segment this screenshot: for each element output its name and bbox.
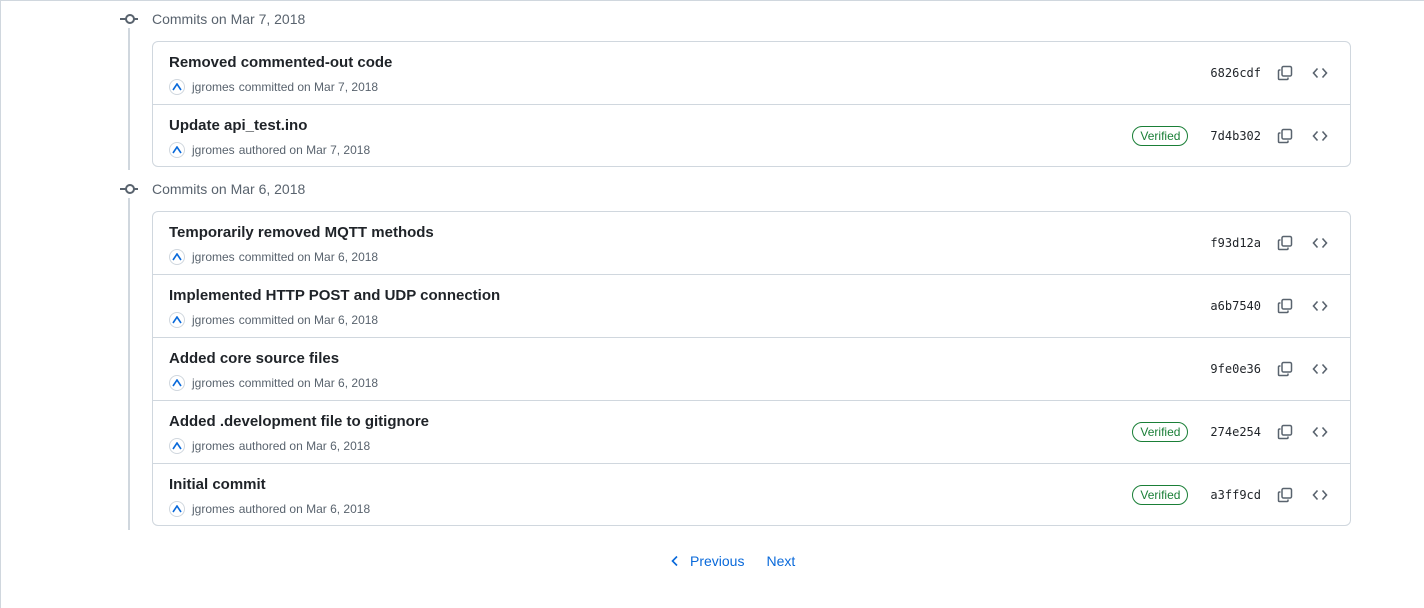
commit-list: Temporarily removed MQTT methods jgromes… xyxy=(152,211,1351,526)
commit-sha-link[interactable]: 274e254 xyxy=(1210,425,1261,439)
commit-action: committed on Mar 6, 2018 xyxy=(238,376,379,390)
author-link[interactable]: jgromes xyxy=(192,313,235,327)
avatar-icon[interactable] xyxy=(169,249,185,265)
code-icon[interactable] xyxy=(1310,359,1330,379)
git-commit-icon xyxy=(120,180,138,198)
commit-action: committed on Mar 6, 2018 xyxy=(238,313,379,327)
commit-group-header: Commits on Mar 7, 2018 xyxy=(120,8,305,30)
avatar-icon[interactable] xyxy=(169,375,185,391)
verified-badge[interactable]: Verified xyxy=(1132,485,1189,505)
commit-row: Initial commit jgromes authored on Mar 6… xyxy=(153,463,1350,526)
commit-row: Added .development file to gitignore jgr… xyxy=(153,400,1350,463)
avatar-icon[interactable] xyxy=(169,142,185,158)
copy-icon[interactable] xyxy=(1275,359,1295,379)
commit-actions: 6826cdf xyxy=(1210,42,1330,104)
code-icon[interactable] xyxy=(1310,233,1330,253)
author-link[interactable]: jgromes xyxy=(192,250,235,264)
commit-meta: jgromes committed on Mar 6, 2018 xyxy=(169,249,378,265)
commit-meta: jgromes authored on Mar 6, 2018 xyxy=(169,438,370,454)
timeline-line-2 xyxy=(128,190,130,530)
commit-meta: jgromes authored on Mar 7, 2018 xyxy=(169,142,370,158)
timeline-line-1 xyxy=(128,20,130,170)
verified-badge[interactable]: Verified xyxy=(1132,126,1189,146)
author-link[interactable]: jgromes xyxy=(192,502,235,516)
commit-group-header: Commits on Mar 6, 2018 xyxy=(120,178,305,200)
commit-row: Temporarily removed MQTT methods jgromes… xyxy=(153,212,1350,274)
commit-row: Update api_test.ino jgromes authored on … xyxy=(153,104,1350,167)
copy-icon[interactable] xyxy=(1275,233,1295,253)
commit-sha-link[interactable]: f93d12a xyxy=(1210,236,1261,250)
code-icon[interactable] xyxy=(1310,296,1330,316)
commit-row: Added core source files jgromes committe… xyxy=(153,337,1350,400)
commit-action: committed on Mar 7, 2018 xyxy=(238,80,379,94)
commit-actions: Verified 274e254 xyxy=(1132,401,1330,463)
commit-action: committed on Mar 6, 2018 xyxy=(238,250,379,264)
commit-row: Removed commented-out code jgromes commi… xyxy=(153,42,1350,104)
copy-icon[interactable] xyxy=(1275,422,1295,442)
copy-icon[interactable] xyxy=(1275,126,1295,146)
commit-meta: jgromes committed on Mar 7, 2018 xyxy=(169,79,378,95)
avatar-icon[interactable] xyxy=(169,79,185,95)
commit-action: authored on Mar 6, 2018 xyxy=(238,502,371,516)
commit-actions: Verified 7d4b302 xyxy=(1132,105,1330,167)
author-link[interactable]: jgromes xyxy=(192,376,235,390)
commit-message-link[interactable]: Update api_test.ino xyxy=(169,117,307,134)
author-link[interactable]: jgromes xyxy=(192,143,235,157)
commit-actions: f93d12a xyxy=(1210,212,1330,274)
chevron-left-icon xyxy=(671,555,678,567)
commit-group-title: Commits on Mar 7, 2018 xyxy=(152,11,306,27)
commit-actions: a6b7540 xyxy=(1210,275,1330,337)
copy-icon[interactable] xyxy=(1275,296,1295,316)
verified-badge[interactable]: Verified xyxy=(1132,422,1189,442)
copy-icon[interactable] xyxy=(1275,485,1295,505)
commit-action: authored on Mar 7, 2018 xyxy=(238,143,371,157)
commit-message-link[interactable]: Initial commit xyxy=(169,476,266,493)
commit-message-link[interactable]: Temporarily removed MQTT methods xyxy=(169,224,434,241)
commit-sha-link[interactable]: 9fe0e36 xyxy=(1210,362,1261,376)
commit-meta: jgromes committed on Mar 6, 2018 xyxy=(169,375,378,391)
code-icon[interactable] xyxy=(1310,126,1330,146)
avatar-icon[interactable] xyxy=(169,501,185,517)
commit-sha-link[interactable]: 6826cdf xyxy=(1210,66,1261,80)
commit-message-link[interactable]: Implemented HTTP POST and UDP connection xyxy=(169,287,500,304)
commit-row: Implemented HTTP POST and UDP connection… xyxy=(153,274,1350,337)
commit-message-link[interactable]: Removed commented-out code xyxy=(169,54,392,71)
author-link[interactable]: jgromes xyxy=(192,439,235,453)
commit-sha-link[interactable]: a6b7540 xyxy=(1210,299,1261,313)
commit-meta: jgromes committed on Mar 6, 2018 xyxy=(169,312,378,328)
commit-message-link[interactable]: Added .development file to gitignore xyxy=(169,413,429,430)
commit-list: Removed commented-out code jgromes commi… xyxy=(152,41,1351,167)
commit-group-title: Commits on Mar 6, 2018 xyxy=(152,181,306,197)
code-icon[interactable] xyxy=(1310,485,1330,505)
code-icon[interactable] xyxy=(1310,63,1330,83)
commit-message-link[interactable]: Added core source files xyxy=(169,350,339,367)
avatar-icon[interactable] xyxy=(169,438,185,454)
commit-meta: jgromes authored on Mar 6, 2018 xyxy=(169,501,370,517)
next-button[interactable]: Next xyxy=(766,553,795,569)
git-commit-icon xyxy=(120,10,138,28)
previous-label: Previous xyxy=(690,553,745,569)
copy-icon[interactable] xyxy=(1275,63,1295,83)
code-icon[interactable] xyxy=(1310,422,1330,442)
avatar-icon[interactable] xyxy=(169,312,185,328)
author-link[interactable]: jgromes xyxy=(192,80,235,94)
commit-sha-link[interactable]: a3ff9cd xyxy=(1210,488,1261,502)
previous-button[interactable]: Previous xyxy=(670,553,744,569)
commit-actions: Verified a3ff9cd xyxy=(1132,464,1330,526)
commit-actions: 9fe0e36 xyxy=(1210,338,1330,400)
pagination: Previous Next xyxy=(670,550,795,572)
commit-sha-link[interactable]: 7d4b302 xyxy=(1210,129,1261,143)
commit-action: authored on Mar 6, 2018 xyxy=(238,439,371,453)
